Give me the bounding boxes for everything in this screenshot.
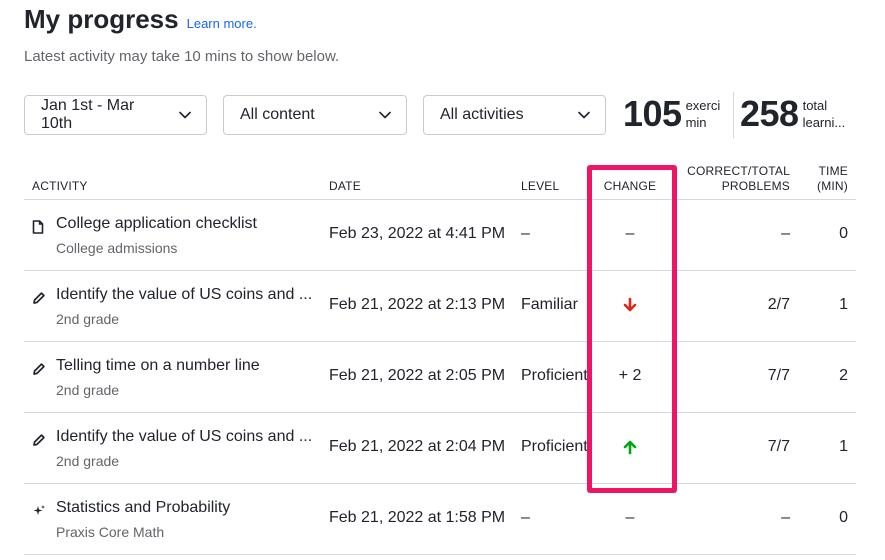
chevron-down-icon <box>378 108 392 122</box>
activity-problems: 7/7 <box>767 438 790 455</box>
stat-divider <box>733 92 734 138</box>
date-range-value: Jan 1st - Mar 10th <box>41 97 135 132</box>
activity-level: – <box>521 225 530 242</box>
chevron-down-icon <box>178 108 192 122</box>
arrow-up-icon <box>623 440 637 455</box>
column-header-problems: CORRECT/TOTAL PROBLEMS <box>687 164 790 194</box>
activity-problems: 2/7 <box>767 296 790 313</box>
total-minutes-label: total learni... <box>803 97 849 131</box>
activity-change: + 2 <box>618 367 642 384</box>
column-header-date: DATE <box>329 179 361 193</box>
activity-level: Familiar <box>521 296 578 313</box>
pencil-icon <box>32 291 46 305</box>
activity-problems: – <box>781 225 790 242</box>
activities-filter-select[interactable]: All activities <box>423 95 606 135</box>
pencil-icon <box>32 362 46 376</box>
total-minutes-stat: 258 total learni... <box>740 92 849 136</box>
activity-level: Proficient <box>521 367 588 384</box>
activity-date: Feb 21, 2022 at 2:04 PM <box>329 438 506 455</box>
activities-filter-value: All activities <box>440 106 524 123</box>
exercise-minutes-stat: 105 exerci min <box>623 92 732 136</box>
activity-date: Feb 21, 2022 at 2:05 PM <box>329 367 506 384</box>
page-title: My progress <box>24 4 179 34</box>
activity-level: – <box>521 509 530 526</box>
chevron-down-icon <box>577 108 591 122</box>
total-label-line2: learni... <box>802 115 846 130</box>
exercise-label-line1: exerci <box>685 98 721 113</box>
column-header-time-line1: TIME <box>818 164 848 178</box>
activity-change <box>589 438 671 456</box>
column-header-change: CHANGE <box>603 179 657 193</box>
activity-time: 0 <box>839 509 848 526</box>
activity-problems: 7/7 <box>767 367 790 384</box>
page-header: My progress Learn more. <box>24 4 257 35</box>
activity-change <box>589 296 671 314</box>
sparkle-icon <box>32 504 46 518</box>
column-header-level: LEVEL <box>521 179 560 193</box>
table-row[interactable]: Identify the value of US coins and ... 2… <box>24 271 856 342</box>
total-label-line1: total <box>802 98 828 113</box>
table-row[interactable]: Identify the value of US coins and ... 2… <box>24 413 856 484</box>
activity-time: 0 <box>839 225 848 242</box>
activity-problems: – <box>781 509 790 526</box>
column-header-time-line2: (MIN) <box>817 179 848 193</box>
exercise-minutes-label: exerci min <box>686 97 732 131</box>
activity-name[interactable]: Telling time on a number line <box>56 357 260 375</box>
column-header-problems-line1: CORRECT/TOTAL <box>687 164 790 178</box>
column-header-time: TIME (MIN) <box>817 164 848 194</box>
activity-date: Feb 21, 2022 at 1:58 PM <box>329 509 506 526</box>
activity-change: – <box>625 509 635 526</box>
activity-level: Proficient <box>521 438 588 455</box>
pencil-icon <box>32 433 46 447</box>
activity-change: – <box>625 225 635 242</box>
column-header-activity: ACTIVITY <box>32 179 88 193</box>
activity-date: Feb 23, 2022 at 4:41 PM <box>329 225 506 242</box>
content-filter-select[interactable]: All content <box>223 95 407 135</box>
page-subtitle: Latest activity may take 10 mins to show… <box>24 48 340 65</box>
activity-name[interactable]: College application checklist <box>56 215 257 233</box>
activity-course: 2nd grade <box>56 453 120 469</box>
content-filter-value: All content <box>240 106 315 123</box>
activity-course: Praxis Core Math <box>56 524 165 540</box>
column-header-problems-line2: PROBLEMS <box>721 179 790 193</box>
exercise-minutes-value: 105 <box>623 93 682 134</box>
activity-name[interactable]: Identify the value of US coins and ... <box>56 428 312 446</box>
activity-course: 2nd grade <box>56 382 120 398</box>
activity-date: Feb 21, 2022 at 2:13 PM <box>329 296 506 313</box>
arrow-down-icon <box>623 297 637 312</box>
date-range-select[interactable]: Jan 1st - Mar 10th <box>24 95 207 135</box>
activity-course: 2nd grade <box>56 311 120 327</box>
activity-name[interactable]: Identify the value of US coins and ... <box>56 286 312 304</box>
article-icon <box>32 220 46 234</box>
activity-name[interactable]: Statistics and Probability <box>56 499 230 517</box>
activity-time: 2 <box>839 367 848 384</box>
activity-time: 1 <box>839 296 848 313</box>
table-row[interactable]: Statistics and Probability Praxis Core M… <box>24 484 856 555</box>
total-minutes-value: 258 <box>740 93 799 134</box>
learn-more-link[interactable]: Learn more. <box>187 16 257 31</box>
table-row[interactable]: College application checklist College ad… <box>24 200 856 271</box>
exercise-label-line2: min <box>685 115 707 130</box>
activity-time: 1 <box>839 438 848 455</box>
activity-course: College admissions <box>56 240 178 256</box>
table-row[interactable]: Telling time on a number line 2nd grade … <box>24 342 856 413</box>
